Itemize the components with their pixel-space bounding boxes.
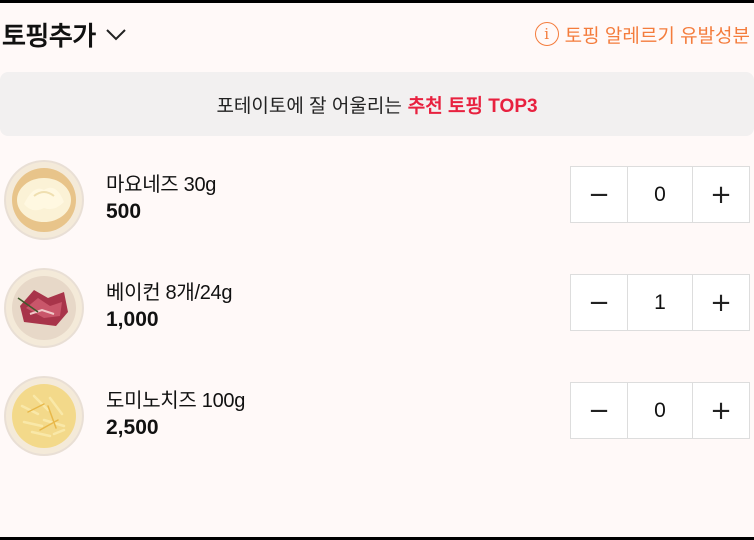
quantity-value: 1 — [627, 275, 693, 330]
decrease-button[interactable]: − — [571, 167, 627, 222]
chevron-down-icon — [105, 29, 126, 41]
banner-highlight: 추천 토핑 TOP3 — [407, 95, 538, 117]
allergy-label: 토핑 알레르기 유발성분 — [564, 25, 750, 47]
recommendation-banner: 포테이토에 잘 어울리는 추천 토핑 TOP3 — [0, 72, 754, 136]
item-name: 베이컨 8개/24g — [106, 282, 233, 304]
quantity-stepper: − 0 + — [570, 166, 750, 223]
item-name: 마요네즈 30g — [106, 174, 217, 196]
info-icon: i — [534, 22, 559, 46]
item-name: 도미노치즈 100g — [106, 390, 246, 412]
quantity-value: 0 — [627, 383, 693, 438]
increase-button[interactable]: + — [693, 167, 749, 222]
mayonnaise-icon — [4, 160, 84, 240]
decrease-button[interactable]: − — [571, 275, 627, 330]
quantity-stepper: − 0 + — [570, 382, 750, 439]
topping-header: 토핑추가 i 토핑 알레르기 유발성분 — [0, 3, 754, 65]
item-price: 1,000 — [106, 308, 159, 331]
item-price: 2,500 — [106, 416, 159, 439]
list-item: 베이컨 8개/24g 1,000 − 1 + — [0, 262, 754, 354]
list-item: 마요네즈 30g 500 − 0 + — [0, 154, 754, 246]
decrease-button[interactable]: − — [571, 383, 627, 438]
cheese-icon — [4, 376, 84, 456]
list-item: 도미노치즈 100g 2,500 − 0 + — [0, 370, 754, 462]
topping-toggle[interactable]: 토핑추가 — [2, 16, 128, 53]
item-price: 500 — [106, 200, 142, 223]
page-title: 토핑추가 — [2, 20, 96, 51]
banner-text: 포테이토에 잘 어울리는 — [216, 95, 402, 117]
increase-button[interactable]: + — [693, 275, 749, 330]
increase-button[interactable]: + — [693, 383, 749, 438]
quantity-value: 0 — [627, 167, 693, 222]
quantity-stepper: − 1 + — [570, 274, 750, 331]
allergy-info-link[interactable]: i 토핑 알레르기 유발성분 — [534, 21, 750, 48]
bacon-icon — [4, 268, 84, 348]
